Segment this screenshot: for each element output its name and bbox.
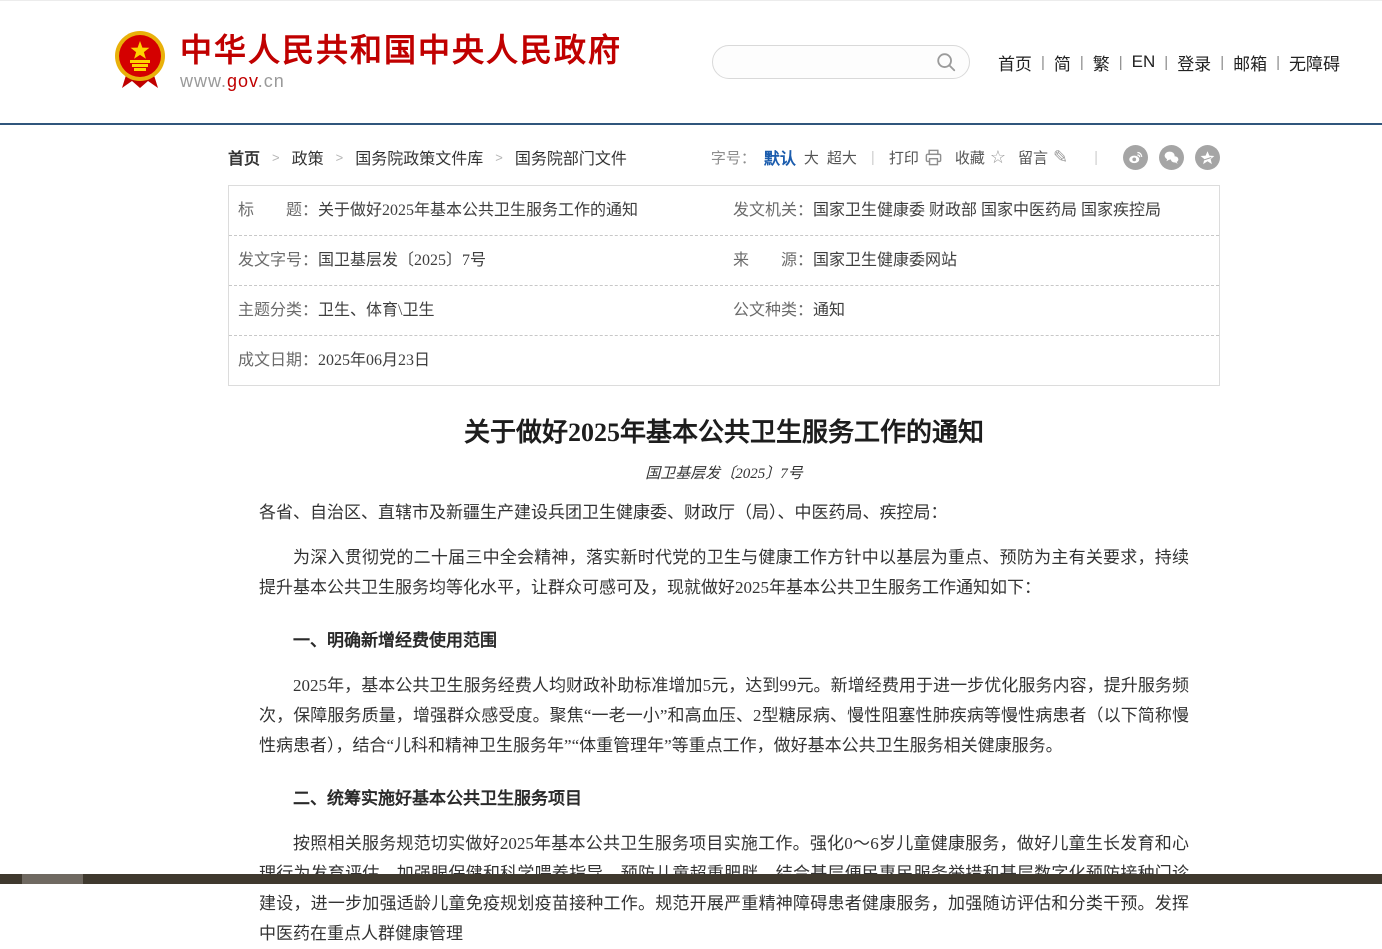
meta-row-category: 主题分类： 卫生、体育\卫生 公文种类： 通知 <box>229 286 1219 336</box>
site-logo[interactable]: 中华人民共和国中央人民政府 www.gov.cn <box>113 30 622 95</box>
nav-traditional[interactable]: 繁 <box>1093 50 1110 75</box>
star-icon: ☆ <box>990 148 1006 166</box>
meta-value: 卫生、体育\卫生 <box>318 301 434 320</box>
search-icon[interactable] <box>935 51 957 73</box>
favorite-button[interactable]: 收藏 ☆ <box>955 147 1006 168</box>
nav-separator: | <box>1220 54 1224 71</box>
meta-row-title: 标 题： 关于做好2025年基本公共卫生服务工作的通知 发文机关： 国家卫生健康… <box>229 186 1219 236</box>
document-toolbar: 字号： 默认 大 超大 | 打印 收藏 ☆ 留言 <box>711 145 1220 170</box>
meta-cell-topic-category: 主题分类： 卫生、体育\卫生 <box>229 286 724 335</box>
comment-button[interactable]: 留言 ✎ <box>1018 147 1068 168</box>
print-label: 打印 <box>889 147 919 168</box>
meta-row-number: 发文字号： 国卫基层发〔2025〕7号 来 源： 国家卫生健康委网站 <box>229 236 1219 286</box>
meta-value: 国家卫生健康委网站 <box>813 251 957 270</box>
horizontal-scrollbar-thumb[interactable] <box>22 874 83 884</box>
nav-separator: | <box>1276 54 1280 71</box>
site-url: www.gov.cn <box>180 71 622 92</box>
font-size-default-button[interactable]: 默认 <box>764 145 796 169</box>
article-salutation: 各省、自治区、直辖市及新疆生产建设兵团卫生健康委、财政厅（局）、中医药局、疾控局… <box>259 498 1189 528</box>
meta-row-date: 成文日期： 2025年06月23日 <box>229 336 1219 385</box>
site-url-www: www. <box>180 71 227 91</box>
breadcrumb-separator: > <box>495 150 503 165</box>
qzone-icon[interactable] <box>1195 145 1220 170</box>
article-section-heading-1: 一、明确新增经费使用范围 <box>259 626 1189 656</box>
meta-value: 国家卫生健康委 财政部 国家中医药局 国家疾控局 <box>813 201 1161 220</box>
breadcrumb-toolbar-row: 首页 > 政策 > 国务院政策文件库 > 国务院部门文件 字号： 默认 大 超大… <box>228 145 1220 169</box>
search-box[interactable] <box>712 45 970 79</box>
comment-label: 留言 <box>1018 147 1048 168</box>
article-title: 关于做好2025年基本公共卫生服务工作的通知 <box>259 412 1189 449</box>
nav-separator: | <box>1119 54 1123 71</box>
meta-cell-source: 来 源： 国家卫生健康委网站 <box>724 236 1219 285</box>
breadcrumb-policy-library[interactable]: 国务院政策文件库 <box>355 145 483 169</box>
nav-separator: | <box>1080 54 1084 71</box>
article-paragraph: 2025年，基本公共卫生服务经费人均财政补助标准增加5元，达到99元。新增经费用… <box>259 671 1189 761</box>
search-input[interactable] <box>725 53 935 71</box>
nav-english[interactable]: EN <box>1132 52 1156 72</box>
meta-cell-title: 标 题： 关于做好2025年基本公共卫生服务工作的通知 <box>229 186 724 235</box>
meta-cell-doc-type: 公文种类： 通知 <box>724 286 1219 335</box>
pencil-icon: ✎ <box>1053 148 1068 166</box>
main-content: 首页 > 政策 > 国务院政策文件库 > 国务院部门文件 字号： 默认 大 超大… <box>228 145 1220 949</box>
meta-value: 关于做好2025年基本公共卫生服务工作的通知 <box>318 201 638 220</box>
nav-separator: | <box>1041 54 1045 71</box>
meta-value: 通知 <box>813 301 845 320</box>
site-title: 中华人民共和国中央人民政府 <box>180 32 622 69</box>
nav-login[interactable]: 登录 <box>1177 50 1211 75</box>
breadcrumb-home[interactable]: 首页 <box>228 145 260 169</box>
brand-text: 中华人民共和国中央人民政府 www.gov.cn <box>180 32 622 93</box>
nav-accessibility[interactable]: 无障碍 <box>1289 50 1340 75</box>
top-nav: 首页 | 简 | 繁 | EN | 登录 | 邮箱 | 无障碍 <box>998 50 1340 75</box>
document-meta-table: 标 题： 关于做好2025年基本公共卫生服务工作的通知 发文机关： 国家卫生健康… <box>228 185 1220 386</box>
breadcrumb-separator: > <box>272 150 280 165</box>
meta-label: 发文机关： <box>733 201 813 220</box>
header-divider <box>0 123 1382 125</box>
national-emblem-icon <box>113 30 167 95</box>
font-size-label: 字号： <box>711 147 756 168</box>
weibo-icon[interactable] <box>1123 145 1148 170</box>
breadcrumb-policy[interactable]: 政策 <box>292 145 324 169</box>
meta-cell-empty <box>724 336 1219 385</box>
breadcrumb: 首页 > 政策 > 国务院政策文件库 > 国务院部门文件 <box>228 145 627 169</box>
meta-label: 标 题： <box>238 201 318 220</box>
meta-label: 公文种类： <box>733 301 813 320</box>
site-url-cn: .cn <box>258 71 285 91</box>
meta-label: 成文日期： <box>238 351 318 370</box>
nav-mail[interactable]: 邮箱 <box>1233 50 1267 75</box>
printer-icon <box>924 148 943 167</box>
print-button[interactable]: 打印 <box>889 147 943 168</box>
article-paragraph: 按照相关服务规范切实做好2025年基本公共卫生服务项目实施工作。强化0～6岁儿童… <box>259 829 1189 949</box>
horizontal-scrollbar <box>0 874 1382 884</box>
article: 关于做好2025年基本公共卫生服务工作的通知 国卫基层发〔2025〕7号 各省、… <box>228 412 1220 949</box>
meta-label: 来 源： <box>733 251 813 270</box>
wechat-icon[interactable] <box>1159 145 1184 170</box>
favorite-label: 收藏 <box>955 147 985 168</box>
meta-label: 主题分类： <box>238 301 318 320</box>
toolbar-separator: | <box>1094 149 1098 166</box>
meta-label: 发文字号： <box>238 251 318 270</box>
font-size-xlarge-button[interactable]: 超大 <box>827 147 857 168</box>
meta-cell-issue-date: 成文日期： 2025年06月23日 <box>229 336 724 385</box>
nav-separator: | <box>1164 54 1168 71</box>
site-url-gov: gov <box>227 71 258 91</box>
font-size-large-button[interactable]: 大 <box>804 147 819 168</box>
article-doc-number: 国卫基层发〔2025〕7号 <box>259 462 1189 483</box>
meta-cell-doc-number: 发文字号： 国卫基层发〔2025〕7号 <box>229 236 724 285</box>
article-paragraph: 为深入贯彻党的二十届三中全会精神，落实新时代党的卫生与健康工作方针中以基层为重点… <box>259 543 1189 603</box>
breadcrumb-department-docs[interactable]: 国务院部门文件 <box>515 145 627 169</box>
meta-value: 国卫基层发〔2025〕7号 <box>318 251 486 270</box>
site-header: 中华人民共和国中央人民政府 www.gov.cn 首页 | 简 | 繁 | EN | 登录 | 邮箱… <box>0 0 1382 123</box>
article-section-heading-2: 二、统筹实施好基本公共卫生服务项目 <box>259 784 1189 814</box>
toolbar-separator: | <box>871 149 875 166</box>
nav-home[interactable]: 首页 <box>998 50 1032 75</box>
meta-cell-issuing-agency: 发文机关： 国家卫生健康委 财政部 国家中医药局 国家疾控局 <box>724 186 1219 235</box>
meta-value: 2025年06月23日 <box>318 351 430 370</box>
breadcrumb-separator: > <box>336 150 344 165</box>
nav-simplified[interactable]: 简 <box>1054 50 1071 75</box>
